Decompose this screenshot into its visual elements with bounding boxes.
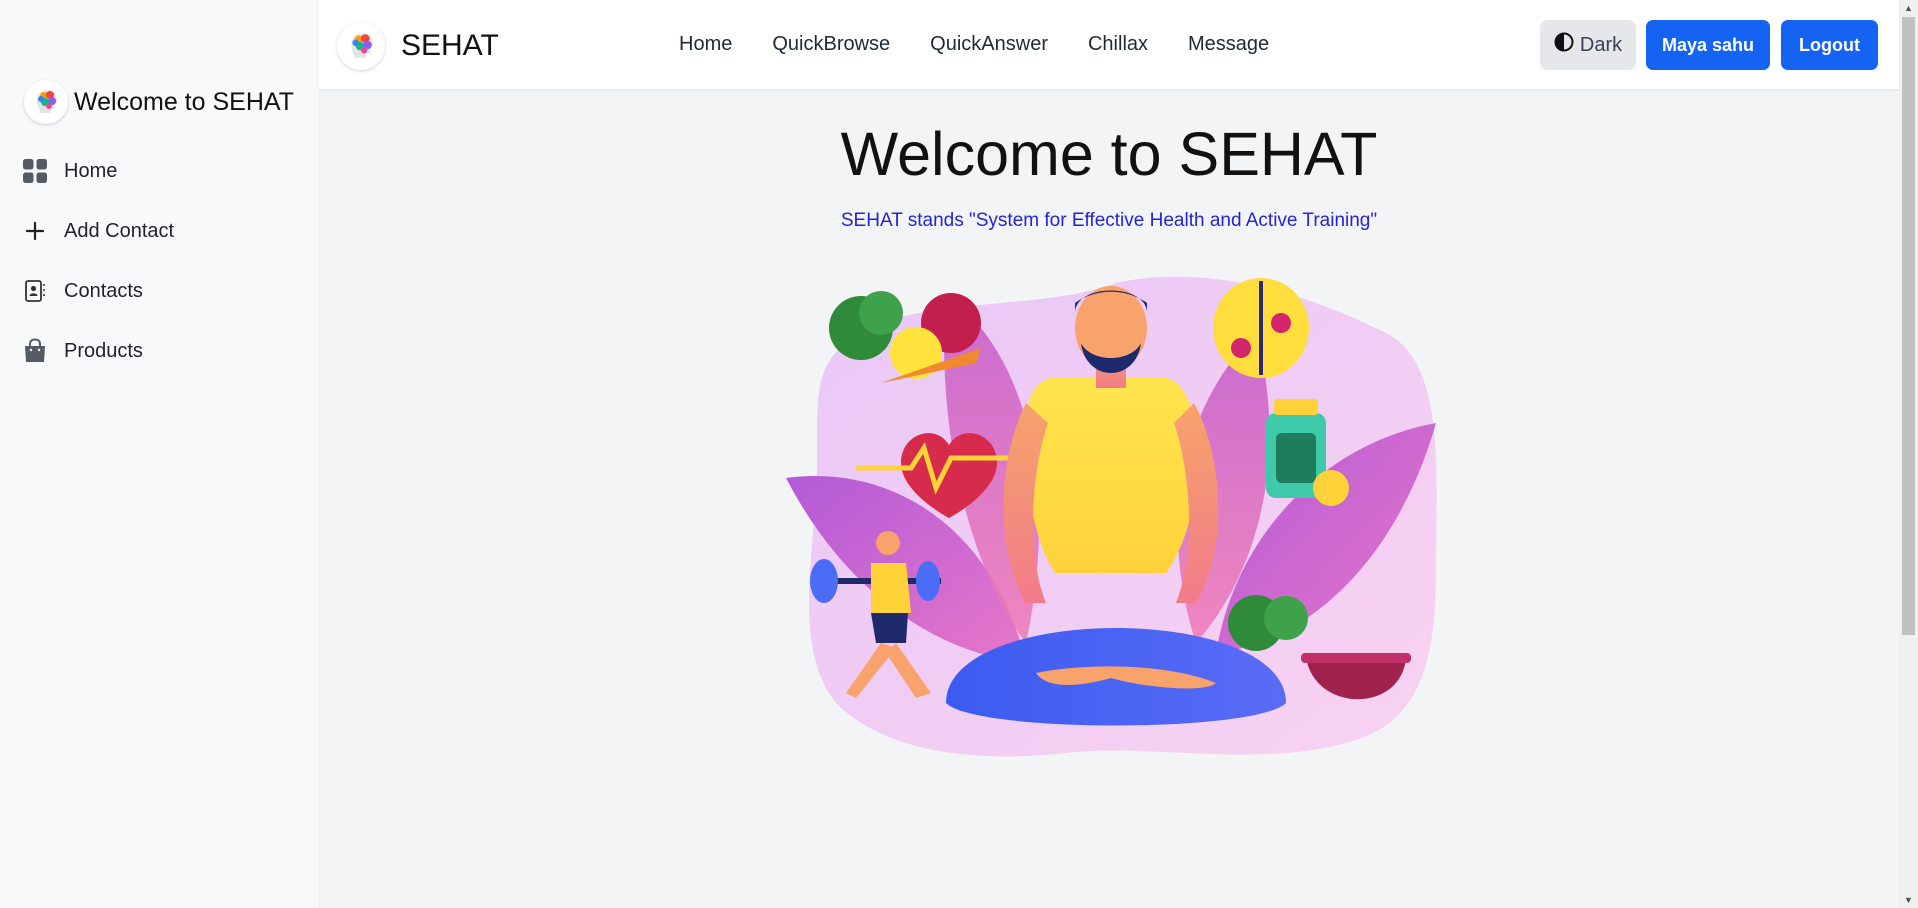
nav-quickanswer[interactable]: QuickAnswer	[930, 33, 1048, 56]
scroll-up-arrow-icon[interactable]: ▲	[1899, 0, 1918, 16]
sidebar-item-contacts[interactable]: Contacts	[22, 271, 292, 311]
shopping-bag-icon	[22, 338, 48, 364]
sidebar-brand[interactable]: Welcome to SEHAT	[24, 80, 294, 124]
dark-mode-label: Dark	[1579, 33, 1623, 56]
plus-icon	[22, 218, 48, 244]
scroll-down-arrow-icon[interactable]: ▼	[1899, 892, 1918, 908]
sidebar-item-label: Contacts	[64, 279, 143, 302]
nav-message[interactable]: Message	[1188, 33, 1269, 56]
sidebar-item-label: Products	[64, 339, 143, 362]
sidebar-brand-text: Welcome to SEHAT	[74, 87, 294, 116]
navbar-brand-text: SEHAT	[401, 29, 499, 62]
page-title: Welcome to SEHAT	[840, 120, 1378, 188]
wellness-illustration	[786, 276, 1437, 757]
scrollbar-thumb[interactable]	[1902, 17, 1915, 635]
top-navbar: SEHAT Home QuickBrowse QuickAnswer Chill…	[319, 0, 1899, 90]
grid-icon	[22, 158, 48, 184]
sidebar: Welcome to SEHAT Home Add Contact Contac…	[0, 0, 320, 908]
user-profile-button[interactable]: Maya sahu	[1646, 20, 1770, 70]
dark-mode-toggle[interactable]: Dark	[1540, 20, 1636, 70]
page-subtitle: SEHAT stands "System for Effective Healt…	[840, 210, 1378, 231]
main-content: Welcome to SEHAT SEHAT stands "System fo…	[319, 89, 1899, 908]
sidebar-item-products[interactable]: Products	[22, 331, 292, 371]
main-nav: Home QuickBrowse QuickAnswer Chillax Mes…	[679, 0, 1309, 89]
contrast-icon	[1554, 32, 1574, 58]
brain-logo-icon	[24, 80, 68, 124]
contact-card-icon	[22, 278, 48, 304]
sidebar-item-label: Home	[64, 159, 118, 182]
sidebar-item-add-contact[interactable]: Add Contact	[22, 211, 292, 251]
logout-button[interactable]: Logout	[1781, 20, 1878, 70]
sidebar-item-label: Add Contact	[64, 219, 175, 242]
brain-logo-icon	[337, 22, 385, 70]
page-scrollbar[interactable]: ▲ ▼	[1899, 0, 1918, 908]
sidebar-item-home[interactable]: Home	[22, 151, 292, 191]
navbar-brand[interactable]: SEHAT	[337, 22, 499, 70]
nav-chillax[interactable]: Chillax	[1088, 33, 1148, 56]
nav-quickbrowse[interactable]: QuickBrowse	[772, 33, 890, 56]
nav-home[interactable]: Home	[679, 33, 732, 56]
